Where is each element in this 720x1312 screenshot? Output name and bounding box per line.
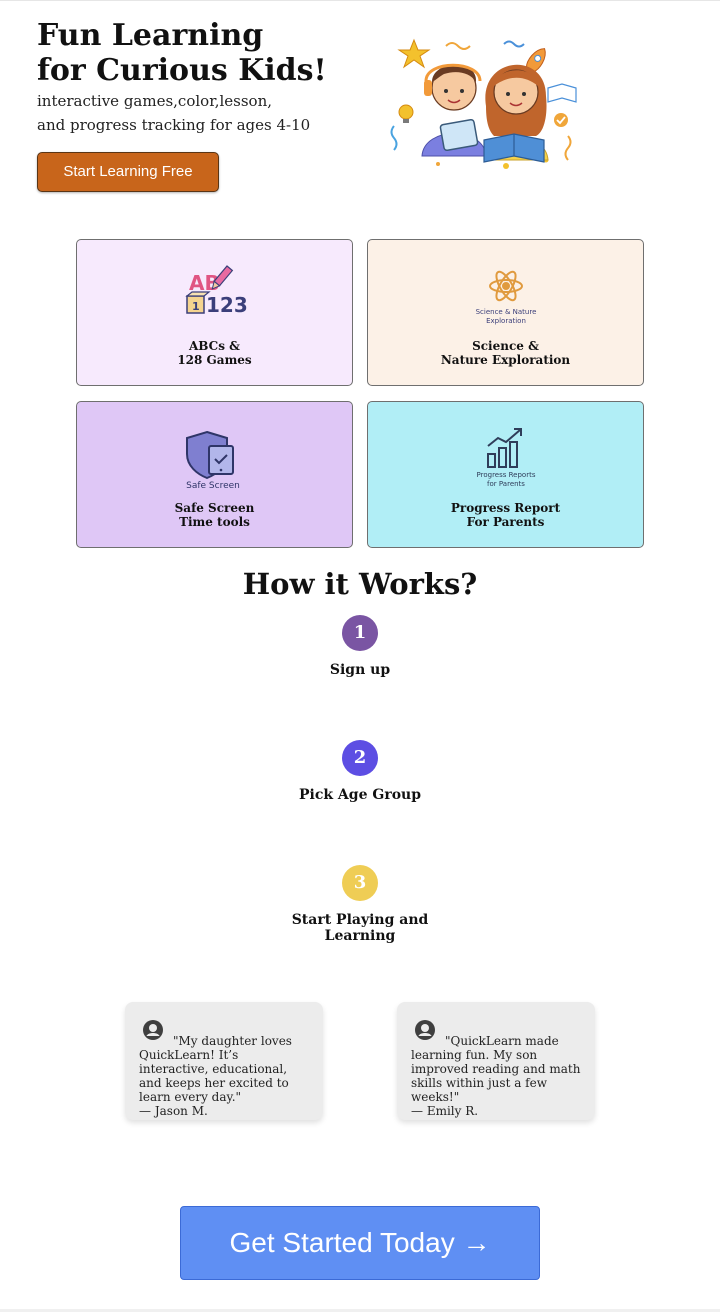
hero-title: Fun Learning for Curious Kids! bbox=[37, 18, 327, 88]
start-learning-free-button[interactable]: Start Learning Free bbox=[37, 152, 219, 192]
feature-card-science-nature[interactable]: Science & Nature Exploration Science & N… bbox=[367, 239, 644, 386]
feature-label: Safe Screen Time tools bbox=[77, 501, 352, 529]
feature-label-line1: Safe Screen bbox=[174, 501, 255, 515]
feature-label-line1: Progress Report bbox=[450, 501, 561, 515]
feature-card-progress-report[interactable]: Progress Reports for Parents Progress Re… bbox=[367, 401, 644, 548]
feature-label-line2: Time tools bbox=[179, 515, 250, 529]
step-label: Pick Age Group bbox=[0, 787, 720, 803]
icon-caption-line2: Exploration bbox=[486, 317, 526, 325]
shield-tablet-icon: Safe Screen bbox=[185, 430, 240, 491]
testimonial-text: "My daughter loves QuickLearn! It’s inte… bbox=[139, 1034, 292, 1104]
feature-label-line2: For Parents bbox=[466, 515, 545, 529]
icon-caption: Safe Screen bbox=[186, 481, 240, 491]
feature-label-line2: Nature Exploration bbox=[440, 353, 571, 367]
avatar-icon bbox=[415, 1020, 435, 1040]
top-divider bbox=[0, 0, 720, 1]
step-label-line1: Start Playing and bbox=[291, 912, 429, 928]
atom-icon: Science & Nature Exploration bbox=[475, 270, 536, 325]
hero-title-line2: for Curious Kids! bbox=[37, 53, 327, 88]
how-it-works-title: How it Works? bbox=[242, 567, 478, 601]
avatar-icon bbox=[143, 1020, 163, 1040]
feature-label-line1: ABCs & bbox=[189, 339, 240, 353]
bar-chart-growth-icon: Progress Reports for Parents bbox=[476, 428, 535, 488]
feature-card-safe-screen[interactable]: Safe Screen Safe Screen Time tools bbox=[76, 401, 353, 548]
testimonial-card: "My daughter loves QuickLearn! It’s inte… bbox=[125, 1002, 323, 1120]
abc-123-blocks-icon: AB 123 1 bbox=[184, 265, 248, 317]
icon-caption-line1: Science & Nature bbox=[475, 308, 536, 316]
feature-card-abcs-games[interactable]: AB 123 1 ABCs & 128 Games bbox=[76, 239, 353, 386]
feature-label-line2: 128 Games bbox=[177, 353, 252, 367]
testimonial-card: "QuickLearn made learning fun. My son im… bbox=[397, 1002, 595, 1120]
feature-label-line1: Science & bbox=[472, 339, 539, 353]
hero-subtitle: interactive games,color,lesson, and prog… bbox=[37, 89, 310, 137]
step-label: Sign up bbox=[0, 662, 720, 678]
icon-text-1: 1 bbox=[192, 300, 200, 313]
hero-subtitle-line1: interactive games,color,lesson, bbox=[37, 92, 273, 110]
testimonial-author: — Emily R. bbox=[411, 1104, 479, 1118]
get-started-today-button[interactable]: Get Started Today → bbox=[180, 1206, 540, 1280]
feature-label: Progress Report For Parents bbox=[368, 501, 643, 529]
step-number-badge: 2 bbox=[342, 740, 378, 776]
step-number-badge: 1 bbox=[342, 615, 378, 651]
step-label-line1: Pick Age Group bbox=[298, 787, 421, 803]
step-number-badge: 3 bbox=[342, 865, 378, 901]
kids-learning-illustration bbox=[390, 38, 577, 169]
hero-title-line1: Fun Learning bbox=[37, 18, 264, 53]
step-label-line1: Sign up bbox=[329, 662, 391, 678]
feature-label: Science & Nature Exploration bbox=[368, 339, 643, 367]
feature-label: ABCs & 128 Games bbox=[77, 339, 352, 367]
icon-caption-line2: for Parents bbox=[487, 480, 525, 488]
testimonial-text: "QuickLearn made learning fun. My son im… bbox=[411, 1034, 581, 1104]
icon-caption-line1: Progress Reports bbox=[476, 471, 535, 479]
step-label: Start Playing and Learning bbox=[0, 912, 720, 944]
step-label-line2: Learning bbox=[324, 928, 396, 944]
hero-subtitle-line2: and progress tracking for ages 4-10 bbox=[37, 116, 311, 134]
testimonial-author: — Jason M. bbox=[139, 1104, 208, 1118]
icon-text-123: 123 bbox=[206, 293, 248, 317]
